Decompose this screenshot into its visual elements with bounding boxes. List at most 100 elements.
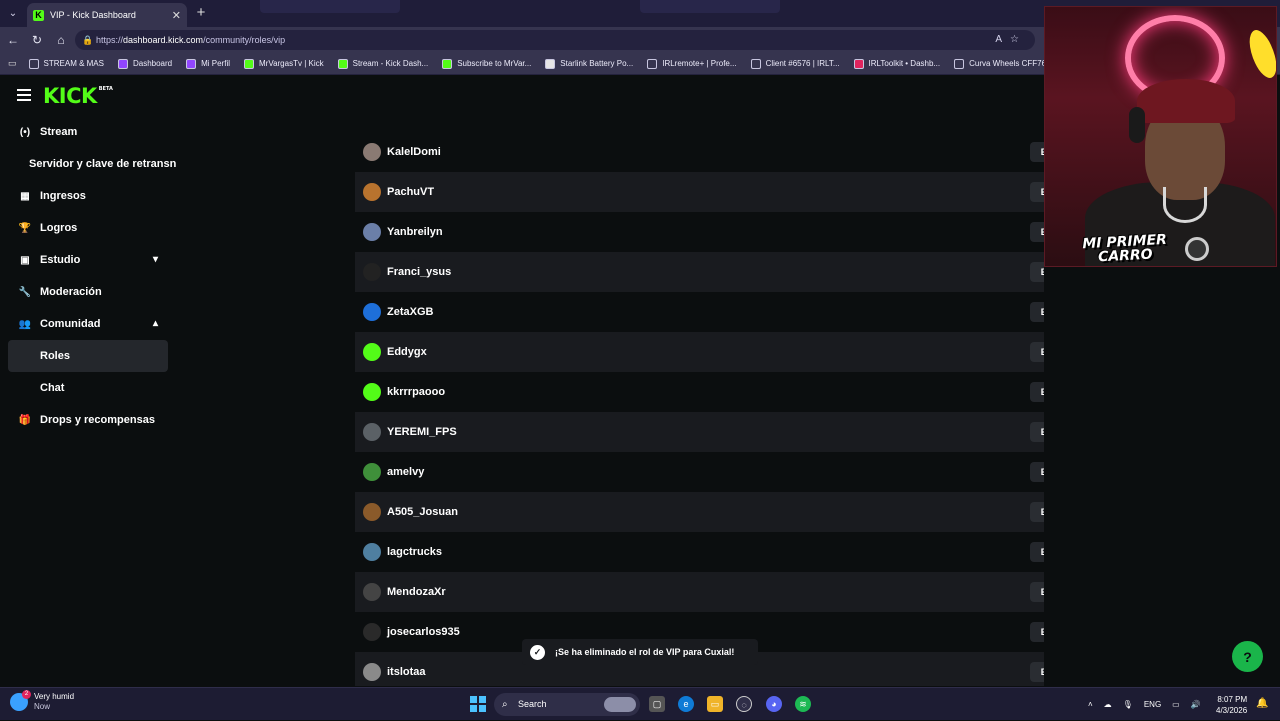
home-icon[interactable]: ⌂ bbox=[53, 32, 69, 48]
bookmark-item[interactable]: IRLremote+ | Profe... bbox=[647, 58, 737, 69]
tab-bar-overlay bbox=[260, 0, 400, 13]
sidebar-item-roles[interactable]: Roles bbox=[8, 340, 168, 372]
weather-sub: Now bbox=[34, 702, 51, 711]
remove-vip-button[interactable]: Eliminar bbox=[1030, 142, 1044, 162]
avatar[interactable] bbox=[363, 623, 381, 641]
bookmark-item[interactable]: MrVargasTv | Kick bbox=[244, 58, 324, 69]
menu-hamburger-icon[interactable] bbox=[17, 89, 31, 101]
kick-logo[interactable]: KICK BETA bbox=[43, 84, 113, 108]
file-explorer-icon[interactable]: ▭ bbox=[707, 696, 723, 712]
sidebar-item-servidor-y-clave-de-retransn[interactable]: Servidor y clave de retransn bbox=[0, 148, 180, 180]
bookmark-item[interactable]: Curva Wheels CFF76 bbox=[954, 58, 1046, 69]
sidebar-item-ingresos[interactable]: ▦ Ingresos bbox=[0, 180, 180, 212]
favorite-star-icon[interactable]: ☆ bbox=[1010, 34, 1027, 45]
browser-tab-active[interactable]: K VIP - Kick Dashboard ✕ bbox=[27, 3, 187, 27]
spotify-icon[interactable]: ≋ bbox=[795, 696, 811, 712]
remove-vip-button[interactable]: Eliminar bbox=[1030, 262, 1044, 282]
username[interactable]: Franci_ysus bbox=[387, 266, 451, 278]
avatar[interactable] bbox=[363, 463, 381, 481]
avatar[interactable] bbox=[363, 223, 381, 241]
sidebar-item-stream[interactable]: (•) Stream bbox=[0, 116, 180, 148]
bookmark-item[interactable]: Client #6576 | IRLT... bbox=[750, 58, 840, 69]
app-icon[interactable]: ◌ bbox=[736, 696, 752, 712]
remove-vip-button[interactable]: Eliminar bbox=[1030, 302, 1044, 322]
username[interactable]: Eddygx bbox=[387, 346, 427, 358]
refresh-icon[interactable]: ↻ bbox=[29, 32, 45, 48]
remove-vip-button[interactable]: Eliminar bbox=[1030, 222, 1044, 242]
sidebar-toggle-icon[interactable]: ▭ bbox=[8, 58, 17, 69]
remove-vip-button[interactable]: Eliminar bbox=[1030, 182, 1044, 202]
username[interactable]: itslotaa bbox=[387, 666, 426, 678]
username[interactable]: kkrrrpaooo bbox=[387, 386, 445, 398]
tab-close-icon[interactable]: ✕ bbox=[172, 9, 181, 22]
volume-icon[interactable]: 🔊 bbox=[1191, 700, 1201, 709]
avatar[interactable] bbox=[363, 183, 381, 201]
new-tab-button[interactable]: + bbox=[193, 4, 209, 21]
avatar[interactable] bbox=[363, 583, 381, 601]
avatar[interactable] bbox=[363, 663, 381, 681]
username[interactable]: amelvy bbox=[387, 466, 424, 478]
remove-vip-button[interactable]: Eliminar bbox=[1030, 622, 1044, 642]
avatar[interactable] bbox=[363, 143, 381, 161]
username[interactable]: PachuVT bbox=[387, 186, 434, 198]
edge-browser-icon[interactable]: e bbox=[678, 696, 694, 712]
remove-vip-button[interactable]: Eliminar bbox=[1030, 662, 1044, 682]
bookmark-item[interactable]: Stream - Kick Dash... bbox=[337, 58, 428, 69]
username[interactable]: Yanbreilyn bbox=[387, 226, 443, 238]
back-arrow-icon[interactable]: ← bbox=[5, 32, 21, 48]
username[interactable]: lagctrucks bbox=[387, 546, 442, 558]
notification-bell-icon[interactable]: 🔔 bbox=[1256, 698, 1268, 709]
remove-vip-button[interactable]: Eliminar bbox=[1030, 462, 1044, 482]
username[interactable]: josecarlos935 bbox=[387, 626, 460, 638]
username[interactable]: A505_Josuan bbox=[387, 506, 458, 518]
remove-vip-button[interactable]: Eliminar bbox=[1030, 342, 1044, 362]
username[interactable]: MendozaXr bbox=[387, 586, 446, 598]
sidebar-item-comunidad[interactable]: 👥 Comunidad ▴ bbox=[0, 308, 180, 340]
taskbar-search[interactable]: ⌕ Search bbox=[494, 693, 640, 716]
username[interactable]: KalelDomi bbox=[387, 146, 441, 158]
username[interactable]: ZetaXGB bbox=[387, 306, 433, 318]
bookmark-item[interactable]: Starlink Battery Po... bbox=[545, 58, 633, 69]
onedrive-icon[interactable]: ☁ bbox=[1104, 700, 1112, 709]
check-icon: ✓ bbox=[530, 644, 545, 660]
avatar[interactable] bbox=[363, 503, 381, 521]
username[interactable]: YEREMI_FPS bbox=[387, 426, 457, 438]
clock[interactable]: 8:07 PM 4/3/2026 bbox=[1216, 694, 1247, 716]
bookmark-label: STREAM & MAS bbox=[43, 59, 104, 68]
sidebar-item-estudio[interactable]: ▣ Estudio ▾ bbox=[0, 244, 180, 276]
read-aloud-icon[interactable]: A bbox=[995, 34, 1010, 45]
avatar[interactable] bbox=[363, 343, 381, 361]
bookmark-item[interactable]: Subscribe to MrVar... bbox=[442, 58, 531, 69]
remove-vip-button[interactable]: Eliminar bbox=[1030, 582, 1044, 602]
chevron-down-icon[interactable]: ▾ bbox=[153, 254, 158, 265]
bookmark-item[interactable]: Dashboard bbox=[117, 58, 172, 69]
bookmark-item[interactable]: Mi Perfil bbox=[186, 58, 230, 69]
language-indicator[interactable]: ENG bbox=[1144, 700, 1161, 709]
remove-vip-button[interactable]: Eliminar bbox=[1030, 502, 1044, 522]
weather-widget[interactable]: 2 Very humid Now bbox=[10, 690, 74, 712]
sidebar-item-drops-y-recompensas[interactable]: 🎁 Drops y recompensas bbox=[0, 404, 180, 436]
bookmark-item[interactable]: STREAM & MAS bbox=[28, 58, 104, 69]
remove-vip-button[interactable]: Eliminar bbox=[1030, 382, 1044, 402]
remove-vip-button[interactable]: Eliminar bbox=[1030, 542, 1044, 562]
sidebar-item-chat[interactable]: Chat bbox=[8, 372, 168, 404]
network-icon[interactable]: ▭ bbox=[1172, 700, 1180, 709]
avatar[interactable] bbox=[363, 543, 381, 561]
avatar[interactable] bbox=[363, 423, 381, 441]
sidebar-item-moderaci-n[interactable]: 🔧 Moderación bbox=[0, 276, 180, 308]
help-support-button[interactable]: ? bbox=[1232, 641, 1263, 672]
url-field[interactable]: 🔒 https://dashboard.kick.com/community/r… bbox=[75, 30, 1035, 50]
start-windows-icon[interactable] bbox=[470, 696, 486, 712]
tab-actions-button[interactable]: ⌄ bbox=[4, 4, 22, 22]
avatar[interactable] bbox=[363, 383, 381, 401]
discord-icon[interactable]: ◕ bbox=[766, 696, 782, 712]
avatar[interactable] bbox=[363, 263, 381, 281]
avatar[interactable] bbox=[363, 303, 381, 321]
microphone-icon[interactable]: 🎙 bbox=[1123, 700, 1133, 709]
chevron-up-icon[interactable]: ▴ bbox=[153, 318, 158, 329]
remove-vip-button[interactable]: Eliminar bbox=[1030, 422, 1044, 442]
task-view-icon[interactable]: ▢ bbox=[649, 696, 665, 712]
bookmark-item[interactable]: IRLToolkit • Dashb... bbox=[853, 58, 940, 69]
sidebar-item-logros[interactable]: 🏆 Logros bbox=[0, 212, 180, 244]
tray-overflow-icon[interactable]: ˄ bbox=[1088, 700, 1093, 709]
